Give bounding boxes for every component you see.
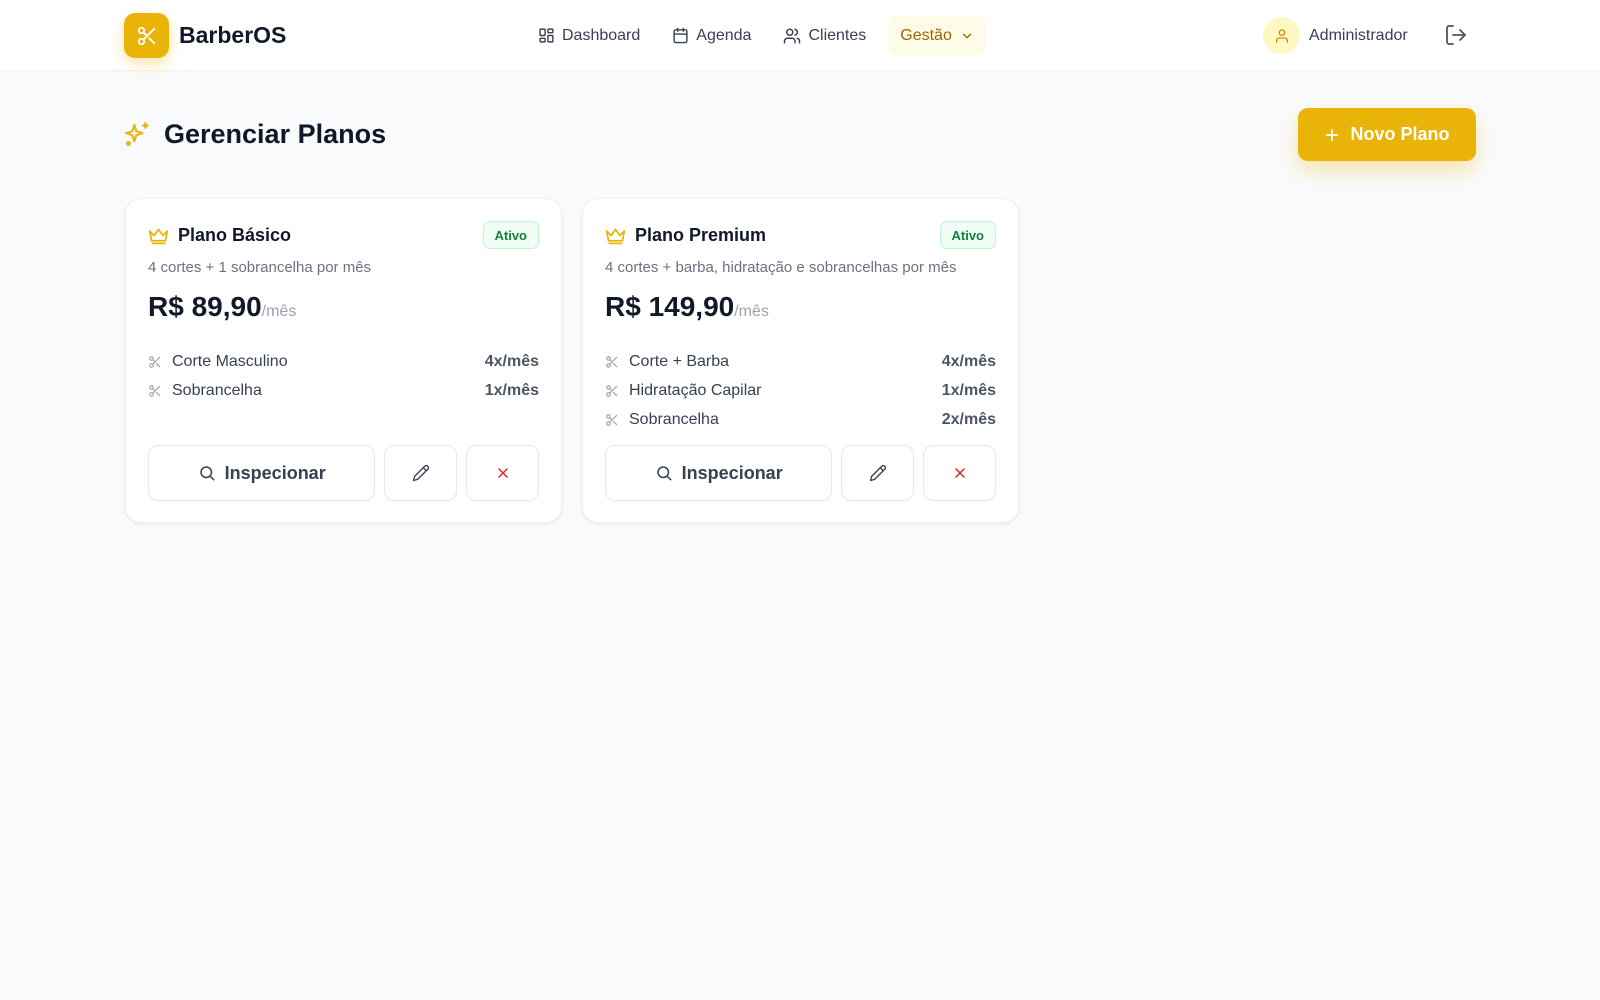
scissors-logo-icon xyxy=(124,13,169,58)
inspect-label: Inspecionar xyxy=(681,462,783,483)
plan-price: R$ 149,90 /mês xyxy=(605,291,769,323)
service-qty: 1x/mês xyxy=(941,381,996,399)
inspect-button[interactable]: Inspecionar xyxy=(605,445,833,501)
brand[interactable]: BarberOS xyxy=(124,13,286,58)
plan-card: Plano Premium Ativo 4 cortes + barba, hi… xyxy=(582,198,1019,523)
service-qty: 2x/mês xyxy=(941,410,996,428)
nav-item-agenda[interactable]: Agenda xyxy=(662,16,761,55)
nav-item-label: Dashboard xyxy=(562,26,641,44)
scissors-icon xyxy=(606,384,618,397)
top-header: BarberOS Dashboard Agenda Clientes Gestã… xyxy=(0,0,1600,71)
service-qty: 4x/mês xyxy=(484,352,539,370)
user-name: Administrador xyxy=(1309,26,1408,44)
close-icon xyxy=(954,468,965,478)
plan-card-header: Plano Básico Ativo xyxy=(148,221,539,249)
nav-item-label: Agenda xyxy=(696,26,752,44)
crown-icon xyxy=(148,228,169,244)
pencil-icon xyxy=(412,464,429,482)
service-name: Corte + Barba xyxy=(629,352,730,370)
dashboard-icon xyxy=(539,28,554,43)
search-icon xyxy=(656,466,672,481)
list-item: Sobrancelha 1x/mês xyxy=(148,376,539,405)
price-value: R$ 89,90 xyxy=(148,291,262,322)
users-icon xyxy=(784,28,801,43)
new-plan-button[interactable]: Novo Plano xyxy=(1298,108,1476,161)
service-qty: 1x/mês xyxy=(484,381,539,399)
edit-button[interactable] xyxy=(841,445,915,501)
logout-icon[interactable] xyxy=(1444,23,1468,47)
plan-actions: Inspecionar xyxy=(605,445,997,501)
main-nav: Dashboard Agenda Clientes Gestão xyxy=(538,16,998,55)
plus-icon xyxy=(1326,128,1339,141)
price-value: R$ 149,90 xyxy=(605,291,735,322)
service-name: Hidratação Capilar xyxy=(629,381,762,399)
service-list: Corte + Barba 4x/mês Hidratação Capilar … xyxy=(605,347,996,434)
nav-item-gestao[interactable]: Gestão xyxy=(888,16,986,55)
plan-card: Plano Básico Ativo 4 cortes + 1 sobrance… xyxy=(125,198,562,523)
price-unit: /mês xyxy=(734,303,769,320)
service-list: Corte Masculino 4x/mês Sobrancelha 1x/mê… xyxy=(148,347,539,405)
plan-actions: Inspecionar xyxy=(148,445,540,501)
scissors-icon xyxy=(149,355,161,368)
list-item: Sobrancelha 2x/mês xyxy=(605,405,996,434)
app-name: BarberOS xyxy=(179,22,287,48)
inspect-button[interactable]: Inspecionar xyxy=(148,445,376,501)
service-name: Sobrancelha xyxy=(172,381,262,399)
sparkles-icon xyxy=(125,121,149,146)
delete-button[interactable] xyxy=(923,445,997,501)
close-icon xyxy=(497,468,508,478)
scissors-icon xyxy=(606,355,618,368)
plan-card-header: Plano Premium Ativo xyxy=(605,221,996,249)
scissors-icon xyxy=(606,413,618,426)
chevron-down-icon xyxy=(962,33,972,38)
plan-description: 4 cortes + barba, hidratação e sobrancel… xyxy=(605,259,957,276)
nav-item-label: Gestão xyxy=(900,26,952,44)
scissors-icon xyxy=(149,384,161,397)
price-unit: /mês xyxy=(261,303,297,320)
plan-description: 4 cortes + 1 sobrancelha por mês xyxy=(148,259,372,276)
status-badge: Ativo xyxy=(482,221,539,249)
nav-item-label: Clientes xyxy=(808,26,867,44)
nav-item-dashboard[interactable]: Dashboard xyxy=(528,16,650,55)
calendar-icon xyxy=(673,27,688,44)
list-item: Corte + Barba 4x/mês xyxy=(605,347,996,376)
list-item: Corte Masculino 4x/mês xyxy=(148,347,539,376)
service-name: Corte Masculino xyxy=(172,352,288,370)
inspect-label: Inspecionar xyxy=(224,462,326,483)
plan-name: Plano Premium xyxy=(635,224,767,245)
service-name: Sobrancelha xyxy=(629,410,719,428)
page-header: Gerenciar Planos xyxy=(124,116,386,152)
search-icon xyxy=(199,466,215,481)
edit-button[interactable] xyxy=(384,445,458,501)
service-qty: 4x/mês xyxy=(941,352,996,370)
new-plan-label: Novo Plano xyxy=(1350,124,1450,144)
user-menu[interactable]: Administrador xyxy=(1263,17,1408,54)
list-item: Hidratação Capilar 1x/mês xyxy=(605,376,996,405)
delete-button[interactable] xyxy=(466,445,540,501)
status-badge: Ativo xyxy=(939,221,996,249)
plan-price: R$ 89,90 /mês xyxy=(148,291,296,323)
pencil-icon xyxy=(869,464,886,482)
page-title: Gerenciar Planos xyxy=(164,118,387,149)
plan-name: Plano Básico xyxy=(178,224,292,245)
user-icon xyxy=(1263,17,1300,54)
nav-item-clientes[interactable]: Clientes xyxy=(773,16,876,55)
crown-icon xyxy=(605,228,626,244)
